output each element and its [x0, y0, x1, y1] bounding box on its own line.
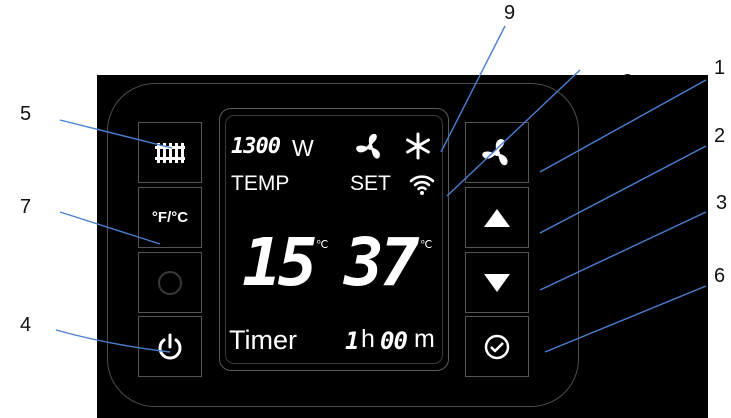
leader-lines — [55, 25, 707, 353]
leader-9 — [440, 25, 506, 153]
leader-7 — [59, 211, 161, 245]
leader-3 — [539, 211, 707, 291]
leader-2 — [539, 145, 707, 234]
leader-4 — [55, 329, 171, 353]
leader-6 — [544, 285, 707, 353]
leader-1 — [539, 79, 707, 173]
leader-5 — [59, 119, 173, 149]
leader-8 — [446, 69, 581, 197]
